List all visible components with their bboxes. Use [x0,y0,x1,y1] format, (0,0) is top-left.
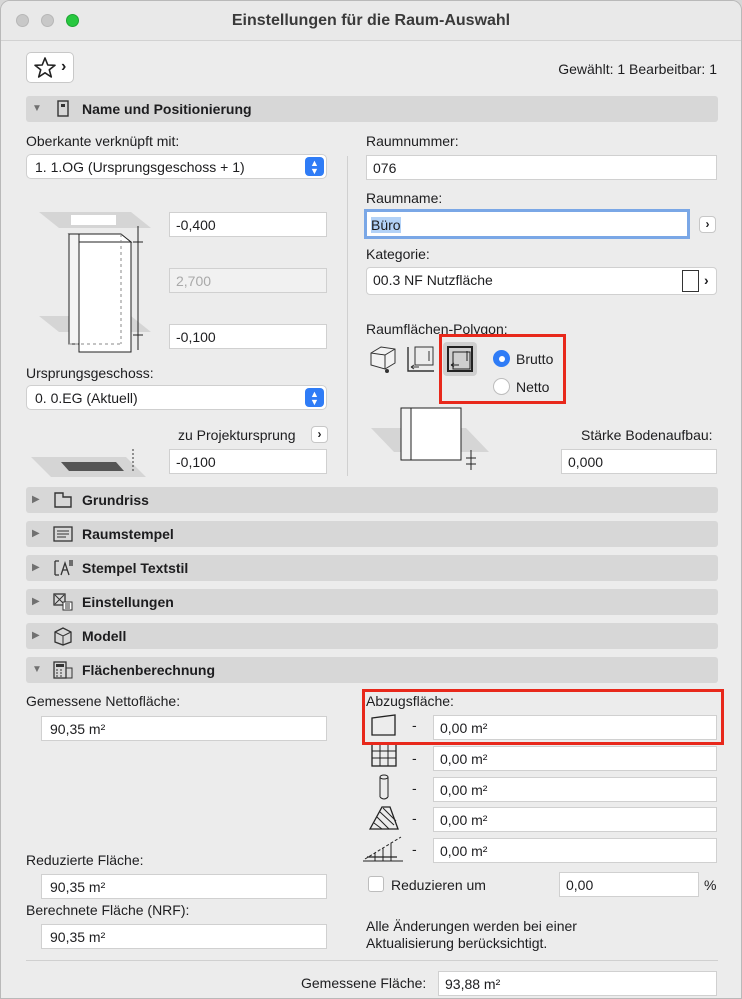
collapsed-triangle-icon: ▶ [32,562,40,573]
section-title: Flächenberechnung [82,662,216,678]
raumname-label: Raumname: [366,190,443,206]
polygon-3d-icon[interactable] [367,343,399,375]
highlight-abzug-box [362,689,724,745]
deduction-roof-icon [363,836,403,862]
section-einstellungen[interactable]: ▶ Einstellungen [26,589,718,615]
project-origin-diagram [31,449,146,477]
deduction-hatch-icon [368,806,399,830]
abzug-dash-2: - [412,750,417,766]
bottom-offset-field[interactable]: -0,100 [169,324,327,349]
abzug-field-4[interactable]: 0,00 m² [433,807,717,832]
reduzieren-checkbox[interactable] [368,876,384,892]
boden-field[interactable]: 0,000 [561,449,717,474]
kategorie-arrow-icon[interactable]: › [704,272,709,288]
settings-grid-icon [53,593,73,611]
bottom-divider [26,960,718,961]
collapsed-triangle-icon: ▶ [32,630,40,641]
collapsed-triangle-icon: ▶ [32,596,40,607]
updown-chevron-icon: ▲ ▼ [305,388,324,407]
favorites-button[interactable]: › [26,52,74,83]
abzug-dash-3: - [412,780,417,796]
abzug-dash-4: - [412,810,417,826]
abzug-field-5[interactable]: 0,00 m² [433,838,717,863]
ursprung-select[interactable]: 0. 0.EG (Aktuell) ▲ ▼ [26,385,327,410]
title-bar[interactable]: Einstellungen für die Raum-Auswahl [1,1,741,41]
projekt-label: zu Projektursprung [178,427,296,443]
raumname-value: Büro [371,217,401,233]
room-tag-icon [57,100,69,117]
section-title: Einstellungen [82,594,174,610]
section-title: Grundriss [82,492,149,508]
text-style-icon [54,560,73,576]
oberkante-value: 1. 1.OG (Ursprungsgeschoss + 1) [35,159,245,175]
ursprung-value: 0. 0.EG (Aktuell) [35,390,138,406]
boden-label: Stärke Bodenaufbau: [581,427,713,443]
height-field[interactable]: 2,700 [169,268,327,293]
gemessen-label: Gemessene Fläche: [301,975,427,991]
oberkante-select[interactable]: 1. 1.OG (Ursprungsgeschoss + 1) ▲ ▼ [26,154,327,179]
floorplan-icon [54,492,72,508]
section-raumstempel[interactable]: ▶ Raumstempel [26,521,718,547]
updown-chevron-icon: ▲ ▼ [305,157,324,176]
selection-info: Gewählt: 1 Bearbeitbar: 1 [558,61,717,77]
section-title: Name und Positionierung [82,101,252,117]
reduziert-field[interactable]: 90,35 m² [41,874,327,899]
raumnummer-field[interactable]: 076 [366,155,717,180]
collapsed-triangle-icon: ▶ [32,528,40,539]
section-modell[interactable]: ▶ Modell [26,623,718,649]
update-note: Alle Änderungen werden bei einer Aktuali… [366,918,577,951]
expanded-triangle-icon: ▼ [32,664,42,675]
section-name-positionierung[interactable]: ▼ Name und Positionierung [26,96,718,122]
column-divider [347,156,348,476]
gemessen-field[interactable]: 93,88 m² [438,971,717,996]
nrf-field[interactable]: 90,35 m² [41,924,327,949]
kategorie-label: Kategorie: [366,246,430,262]
section-grundriss[interactable]: ▶ Grundriss [26,487,718,513]
section-title: Raumstempel [82,526,174,542]
raumname-arrow-button[interactable]: › [699,216,716,233]
window-title: Einstellungen für die Raum-Auswahl [231,12,511,29]
abzug-dash-5: - [412,841,417,857]
deduction-column-icon [379,774,389,800]
top-offset-field[interactable]: -0,400 [169,212,327,237]
reduziert-label: Reduzierte Fläche: [26,852,144,868]
kategorie-field[interactable]: 00.3 NF Nutzfläche [366,267,717,295]
kategorie-color-swatch[interactable] [682,270,699,292]
star-icon [34,57,56,78]
area-calc-icon [53,661,73,679]
section-title: Modell [82,628,127,644]
projekt-arrow-button[interactable]: › [311,426,328,443]
raumname-field[interactable]: Büro [364,209,690,239]
floor-thickness-diagram [371,407,489,470]
projekt-field[interactable]: -0,100 [169,449,327,474]
oberkante-label: Oberkante verknüpft mit: [26,133,180,149]
kategorie-value: 00.3 NF Nutzfläche [373,272,493,288]
deduction-grid-icon [371,743,397,767]
zone-stamp-icon [53,526,73,542]
abzug-field-3[interactable]: 0,00 m² [433,777,717,802]
reduzieren-label: Reduzieren um [391,877,486,893]
section-title: Stempel Textstil [82,560,189,576]
expanded-triangle-icon: ▼ [32,103,42,114]
section-flaechen[interactable]: ▼ Flächenberechnung [26,657,718,683]
raumnummer-label: Raumnummer: [366,133,459,149]
model-box-icon [54,627,72,646]
percent-label: % [704,877,717,893]
polygon-inner-icon[interactable] [405,343,437,375]
collapsed-triangle-icon: ▶ [32,494,40,505]
abzug-field-2[interactable]: 0,00 m² [433,746,717,771]
room-height-diagram [39,212,151,353]
ursprung-label: Ursprungsgeschoss: [26,365,154,381]
reduzieren-field[interactable]: 0,00 [559,872,699,897]
highlight-polygon-box [439,334,566,404]
settings-window: Einstellungen für die Raum-Auswahl › Gew… [0,0,742,999]
netto-flaeche-label: Gemessene Nettofläche: [26,693,181,709]
nrf-label: Berechnete Fläche (NRF): [26,902,190,918]
netto-flaeche-field[interactable]: 90,35 m² [41,716,327,741]
favorites-arrow: › [61,58,67,75]
section-textstil[interactable]: ▶ Stempel Textstil [26,555,718,581]
